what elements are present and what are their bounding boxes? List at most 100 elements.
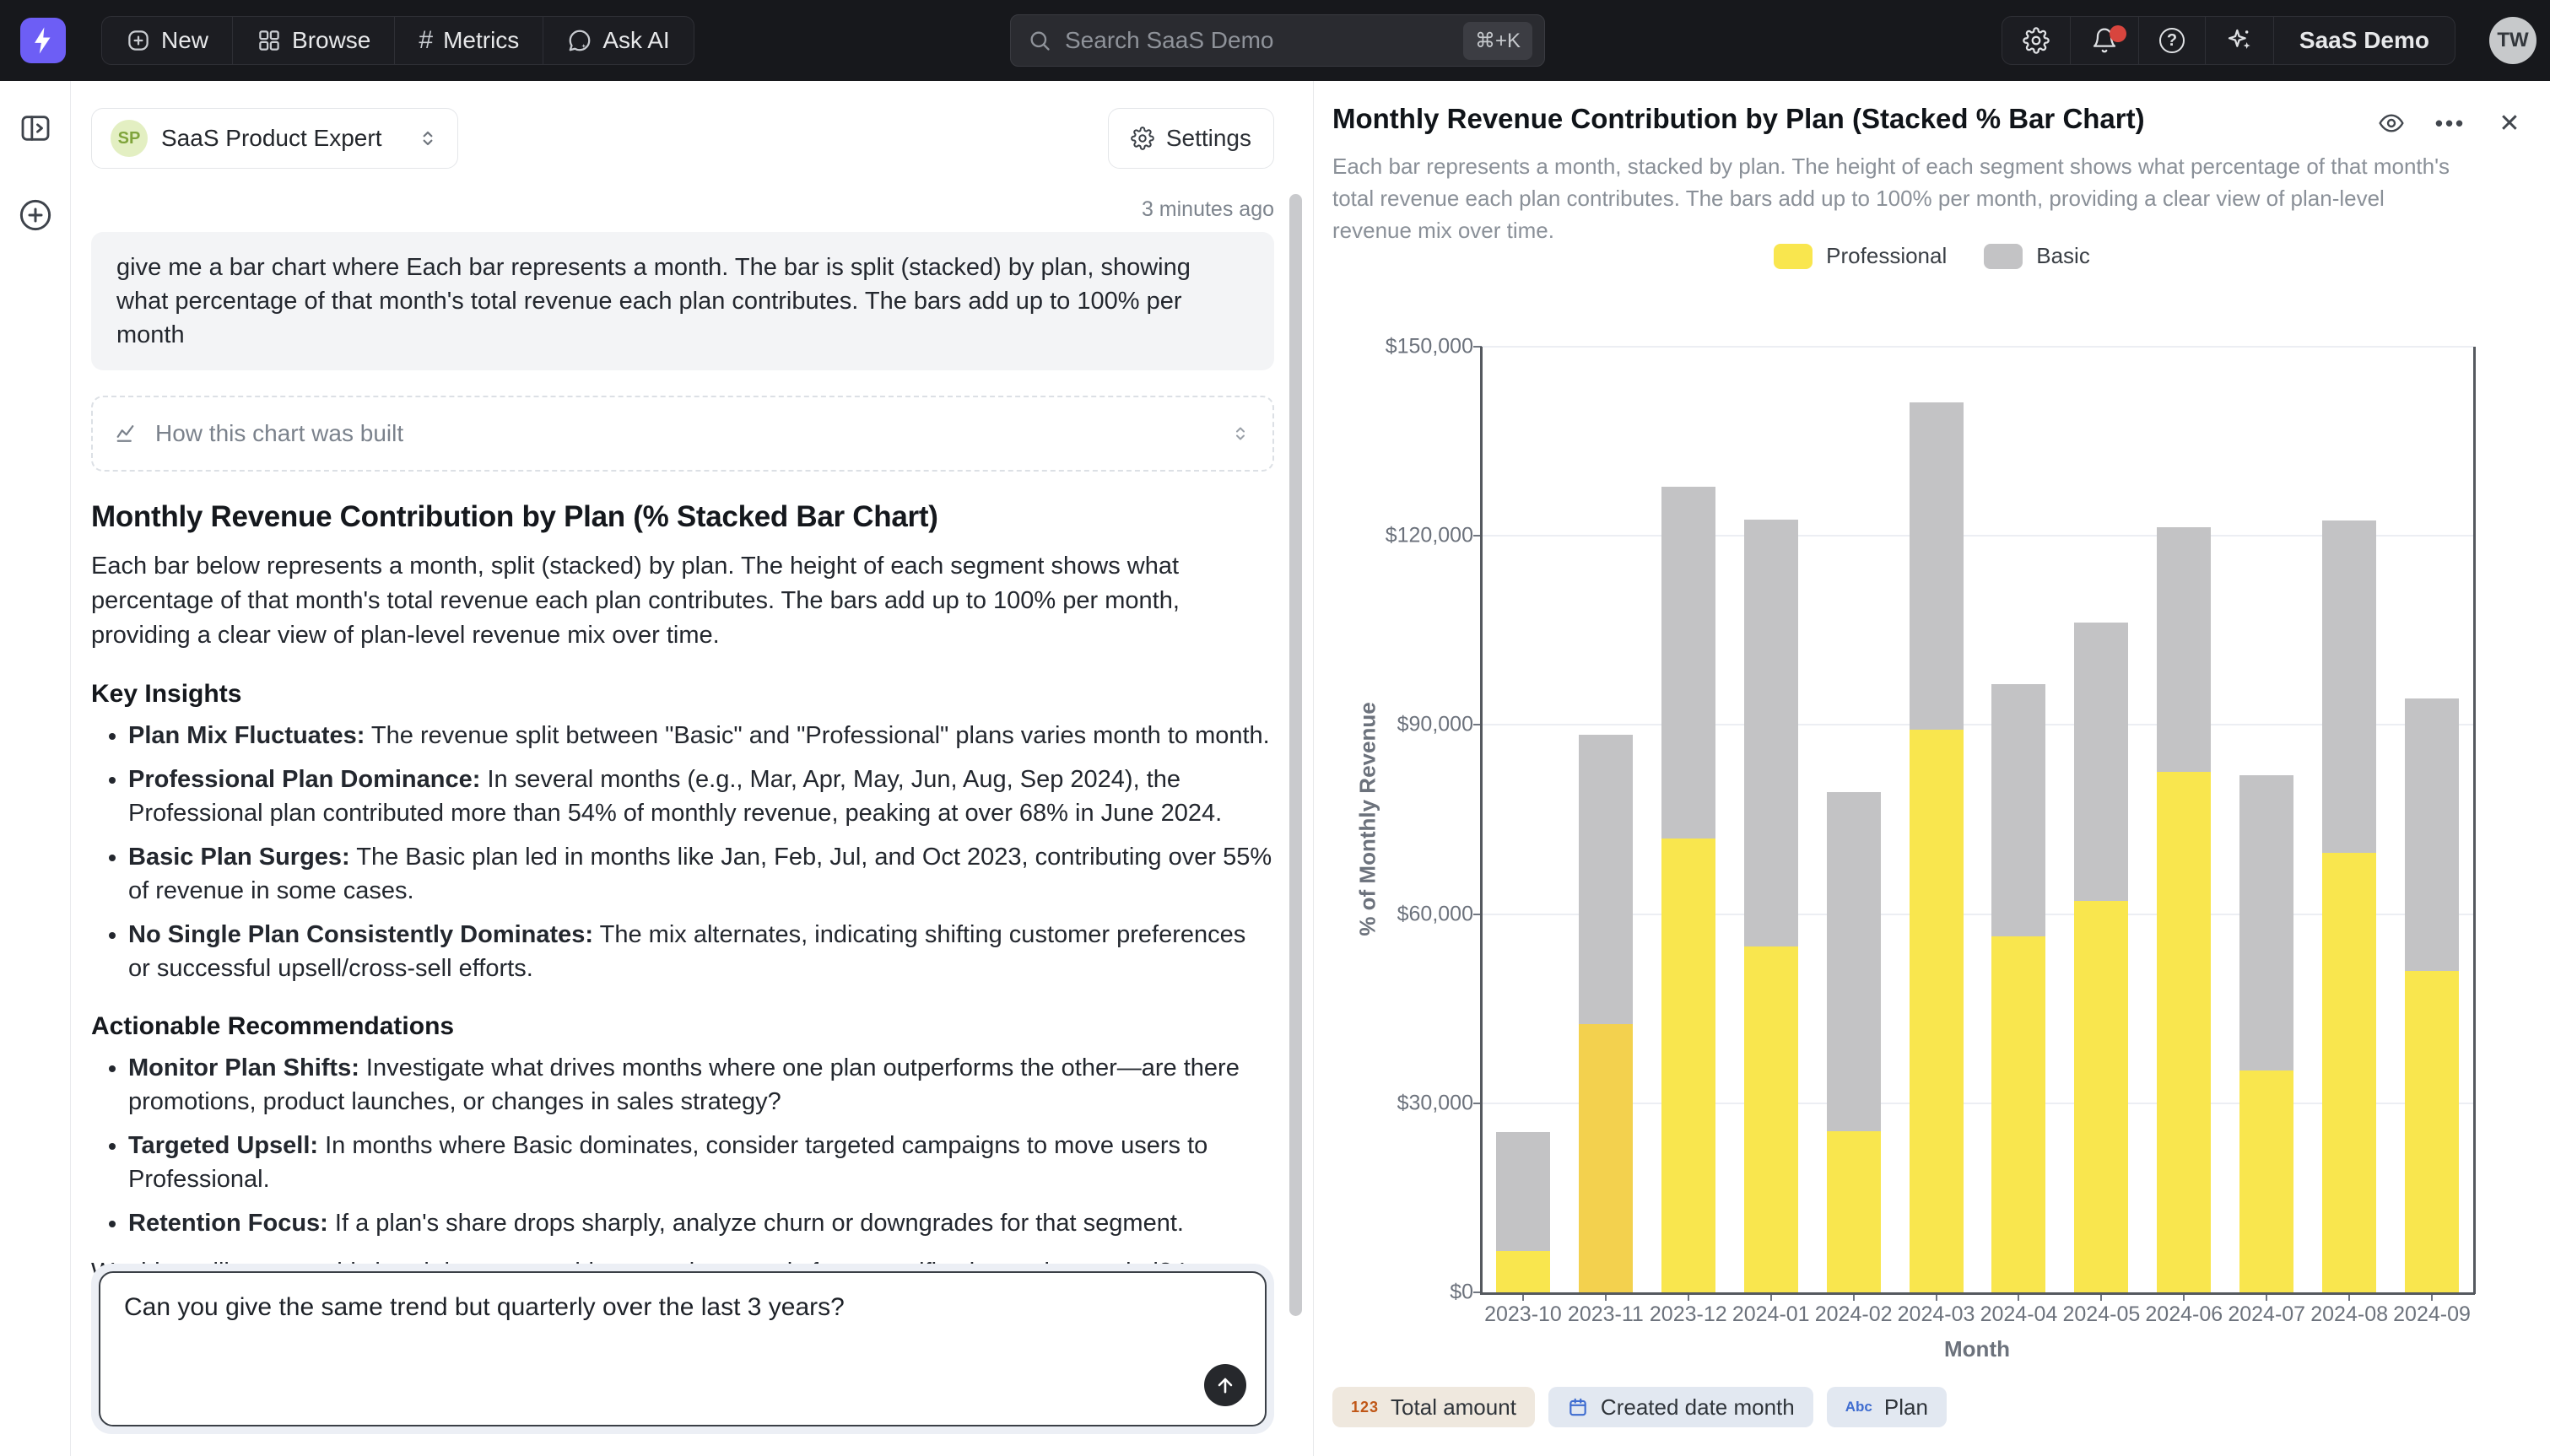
- help-button[interactable]: ?: [2139, 17, 2206, 64]
- workspace-switcher[interactable]: SaaS Demo: [2274, 17, 2455, 64]
- y-tick-label: $90,000: [1314, 713, 1473, 737]
- nav-browse-label: Browse: [292, 27, 370, 54]
- bar-2023-11-professional[interactable]: [1579, 1024, 1633, 1292]
- notification-badge: [2110, 25, 2126, 42]
- nav-metrics-label: Metrics: [443, 27, 519, 54]
- search-input[interactable]: [1065, 27, 1463, 54]
- chart-area: % of Monthly Revenue Month $0$30,000$60,…: [1314, 81, 2550, 1456]
- y-tick-label: $30,000: [1314, 1091, 1473, 1115]
- bar-2024-09-professional[interactable]: [2405, 971, 2459, 1292]
- user-avatar[interactable]: TW: [2489, 17, 2536, 64]
- agent-selector[interactable]: SP SaaS Product Expert: [91, 108, 458, 169]
- bar-2024-01-basic[interactable]: [1744, 520, 1798, 946]
- bar-2024-08-professional[interactable]: [2322, 853, 2376, 1292]
- agent-settings-button[interactable]: Settings: [1108, 108, 1274, 169]
- plus-square-icon: [126, 28, 151, 53]
- text-type-icon: Abc: [1845, 1399, 1872, 1416]
- insights-heading: Key Insights: [91, 680, 1274, 709]
- chat-panel: SP SaaS Product Expert Settings 3 minute…: [71, 81, 1313, 1456]
- utility-nav: ? SaaS Demo: [2002, 16, 2455, 65]
- field-chip-plan[interactable]: AbcPlan: [1827, 1387, 1947, 1427]
- bar-2024-09-basic[interactable]: [2405, 698, 2459, 971]
- bar-2024-02-professional[interactable]: [1827, 1131, 1881, 1292]
- chat-header: SP SaaS Product Expert Settings: [91, 108, 1274, 169]
- insights-list: Plan Mix Fluctuates: The revenue split b…: [91, 719, 1274, 985]
- bullet-item: Targeted Upsell: In months where Basic d…: [128, 1129, 1274, 1196]
- plus-circle-icon: [18, 197, 53, 233]
- settings-gear-button[interactable]: [2002, 17, 2071, 64]
- chat-input-box: [99, 1271, 1267, 1426]
- chat-scrollbar[interactable]: [1289, 194, 1302, 1316]
- y-tick-label: $120,000: [1314, 524, 1473, 548]
- chart-line-icon: [115, 421, 140, 446]
- field-chip-total-amount[interactable]: 123Total amount: [1332, 1387, 1535, 1427]
- chevron-up-down-icon: [417, 127, 439, 149]
- field-chip-created-date-month[interactable]: Created date month: [1548, 1387, 1813, 1427]
- left-rail: [0, 81, 71, 1456]
- bar-2023-10-professional[interactable]: [1496, 1251, 1550, 1292]
- bar-2024-04-professional[interactable]: [1991, 936, 2045, 1292]
- number-icon: 123: [1351, 1399, 1379, 1416]
- bar-2023-11-basic[interactable]: [1579, 735, 1633, 1023]
- gridline: [1482, 346, 2473, 348]
- bar-2023-12-basic[interactable]: [1661, 487, 1715, 839]
- bar-2024-02-basic[interactable]: [1827, 792, 1881, 1131]
- nav-ask-ai-label: Ask AI: [602, 27, 669, 54]
- bar-2024-08-basic[interactable]: [2322, 520, 2376, 854]
- ai-sparkles-button[interactable]: [2206, 17, 2274, 64]
- response-intro: Each bar below represents a month, split…: [91, 549, 1274, 653]
- sidebar-toggle-button[interactable]: [19, 111, 52, 149]
- app-logo[interactable]: [20, 18, 66, 63]
- chart-panel: Monthly Revenue Contribution by Plan (St…: [1313, 81, 2550, 1456]
- chat-input[interactable]: [100, 1273, 1265, 1425]
- bar-2024-04-basic[interactable]: [1991, 684, 2045, 936]
- bar-2024-03-basic[interactable]: [1910, 402, 1964, 730]
- y-axis-title: % of Monthly Revenue: [1355, 702, 1381, 936]
- y-tick-label: $0: [1314, 1281, 1473, 1305]
- chat-ai-icon: [567, 28, 592, 53]
- send-button[interactable]: [1204, 1364, 1246, 1406]
- nav-metrics-button[interactable]: # Metrics: [395, 17, 543, 64]
- bar-2024-07-professional[interactable]: [2239, 1070, 2293, 1292]
- global-search: ⌘+K: [1010, 14, 1545, 67]
- nav-browse-button[interactable]: Browse: [233, 17, 395, 64]
- bullet-item: Basic Plan Surges: The Basic plan led in…: [128, 840, 1274, 908]
- message-timestamp: 3 minutes ago: [91, 197, 1274, 222]
- nav-new-label: New: [161, 27, 208, 54]
- bullet-item: Professional Plan Dominance: In several …: [128, 763, 1274, 830]
- arrow-up-icon: [1213, 1373, 1237, 1397]
- avatar-initials: TW: [2497, 29, 2528, 52]
- chat-input-container: [91, 1264, 1274, 1434]
- bar-2024-01-professional[interactable]: [1744, 946, 1798, 1292]
- bar-2024-07-basic[interactable]: [2239, 775, 2293, 1070]
- bar-2024-05-basic[interactable]: [2074, 623, 2128, 901]
- panel-expand-icon: [19, 111, 52, 145]
- chevron-up-down-icon: [1230, 423, 1251, 444]
- bar-2024-05-professional[interactable]: [2074, 901, 2128, 1292]
- calendar-icon: [1567, 1396, 1589, 1418]
- bar-2024-06-professional[interactable]: [2157, 772, 2211, 1292]
- user-message-bubble: give me a bar chart where Each bar repre…: [91, 232, 1274, 370]
- primary-nav: New Browse # Metrics Ask AI: [101, 16, 694, 65]
- bar-2023-10-basic[interactable]: [1496, 1132, 1550, 1251]
- app-window: New Browse # Metrics Ask AI ⌘+K: [0, 0, 2550, 1456]
- top-navbar: New Browse # Metrics Ask AI ⌘+K: [0, 0, 2550, 81]
- x-axis-line: [1480, 1292, 2475, 1295]
- recommendations-heading: Actionable Recommendations: [91, 1012, 1274, 1041]
- bar-2024-06-basic[interactable]: [2157, 527, 2211, 772]
- how-chart-built-expander[interactable]: How this chart was built: [91, 396, 1274, 472]
- nav-ask-ai-button[interactable]: Ask AI: [543, 17, 693, 64]
- bar-2024-03-professional[interactable]: [1910, 730, 1964, 1292]
- notifications-button[interactable]: [2071, 17, 2139, 64]
- search-icon: [1028, 29, 1051, 52]
- response-title: Monthly Revenue Contribution by Plan (% …: [91, 500, 1274, 534]
- settings-label: Settings: [1166, 125, 1251, 152]
- new-thread-button[interactable]: [18, 197, 53, 237]
- secondary-y-axis-line: [2473, 347, 2476, 1294]
- chip-label: Created date month: [1601, 1394, 1795, 1421]
- help-icon: ?: [2159, 28, 2185, 53]
- bar-2023-12-professional[interactable]: [1661, 839, 1715, 1292]
- agent-name: SaaS Product Expert: [161, 125, 381, 152]
- nav-new-button[interactable]: New: [102, 17, 233, 64]
- agent-avatar: SP: [111, 120, 148, 157]
